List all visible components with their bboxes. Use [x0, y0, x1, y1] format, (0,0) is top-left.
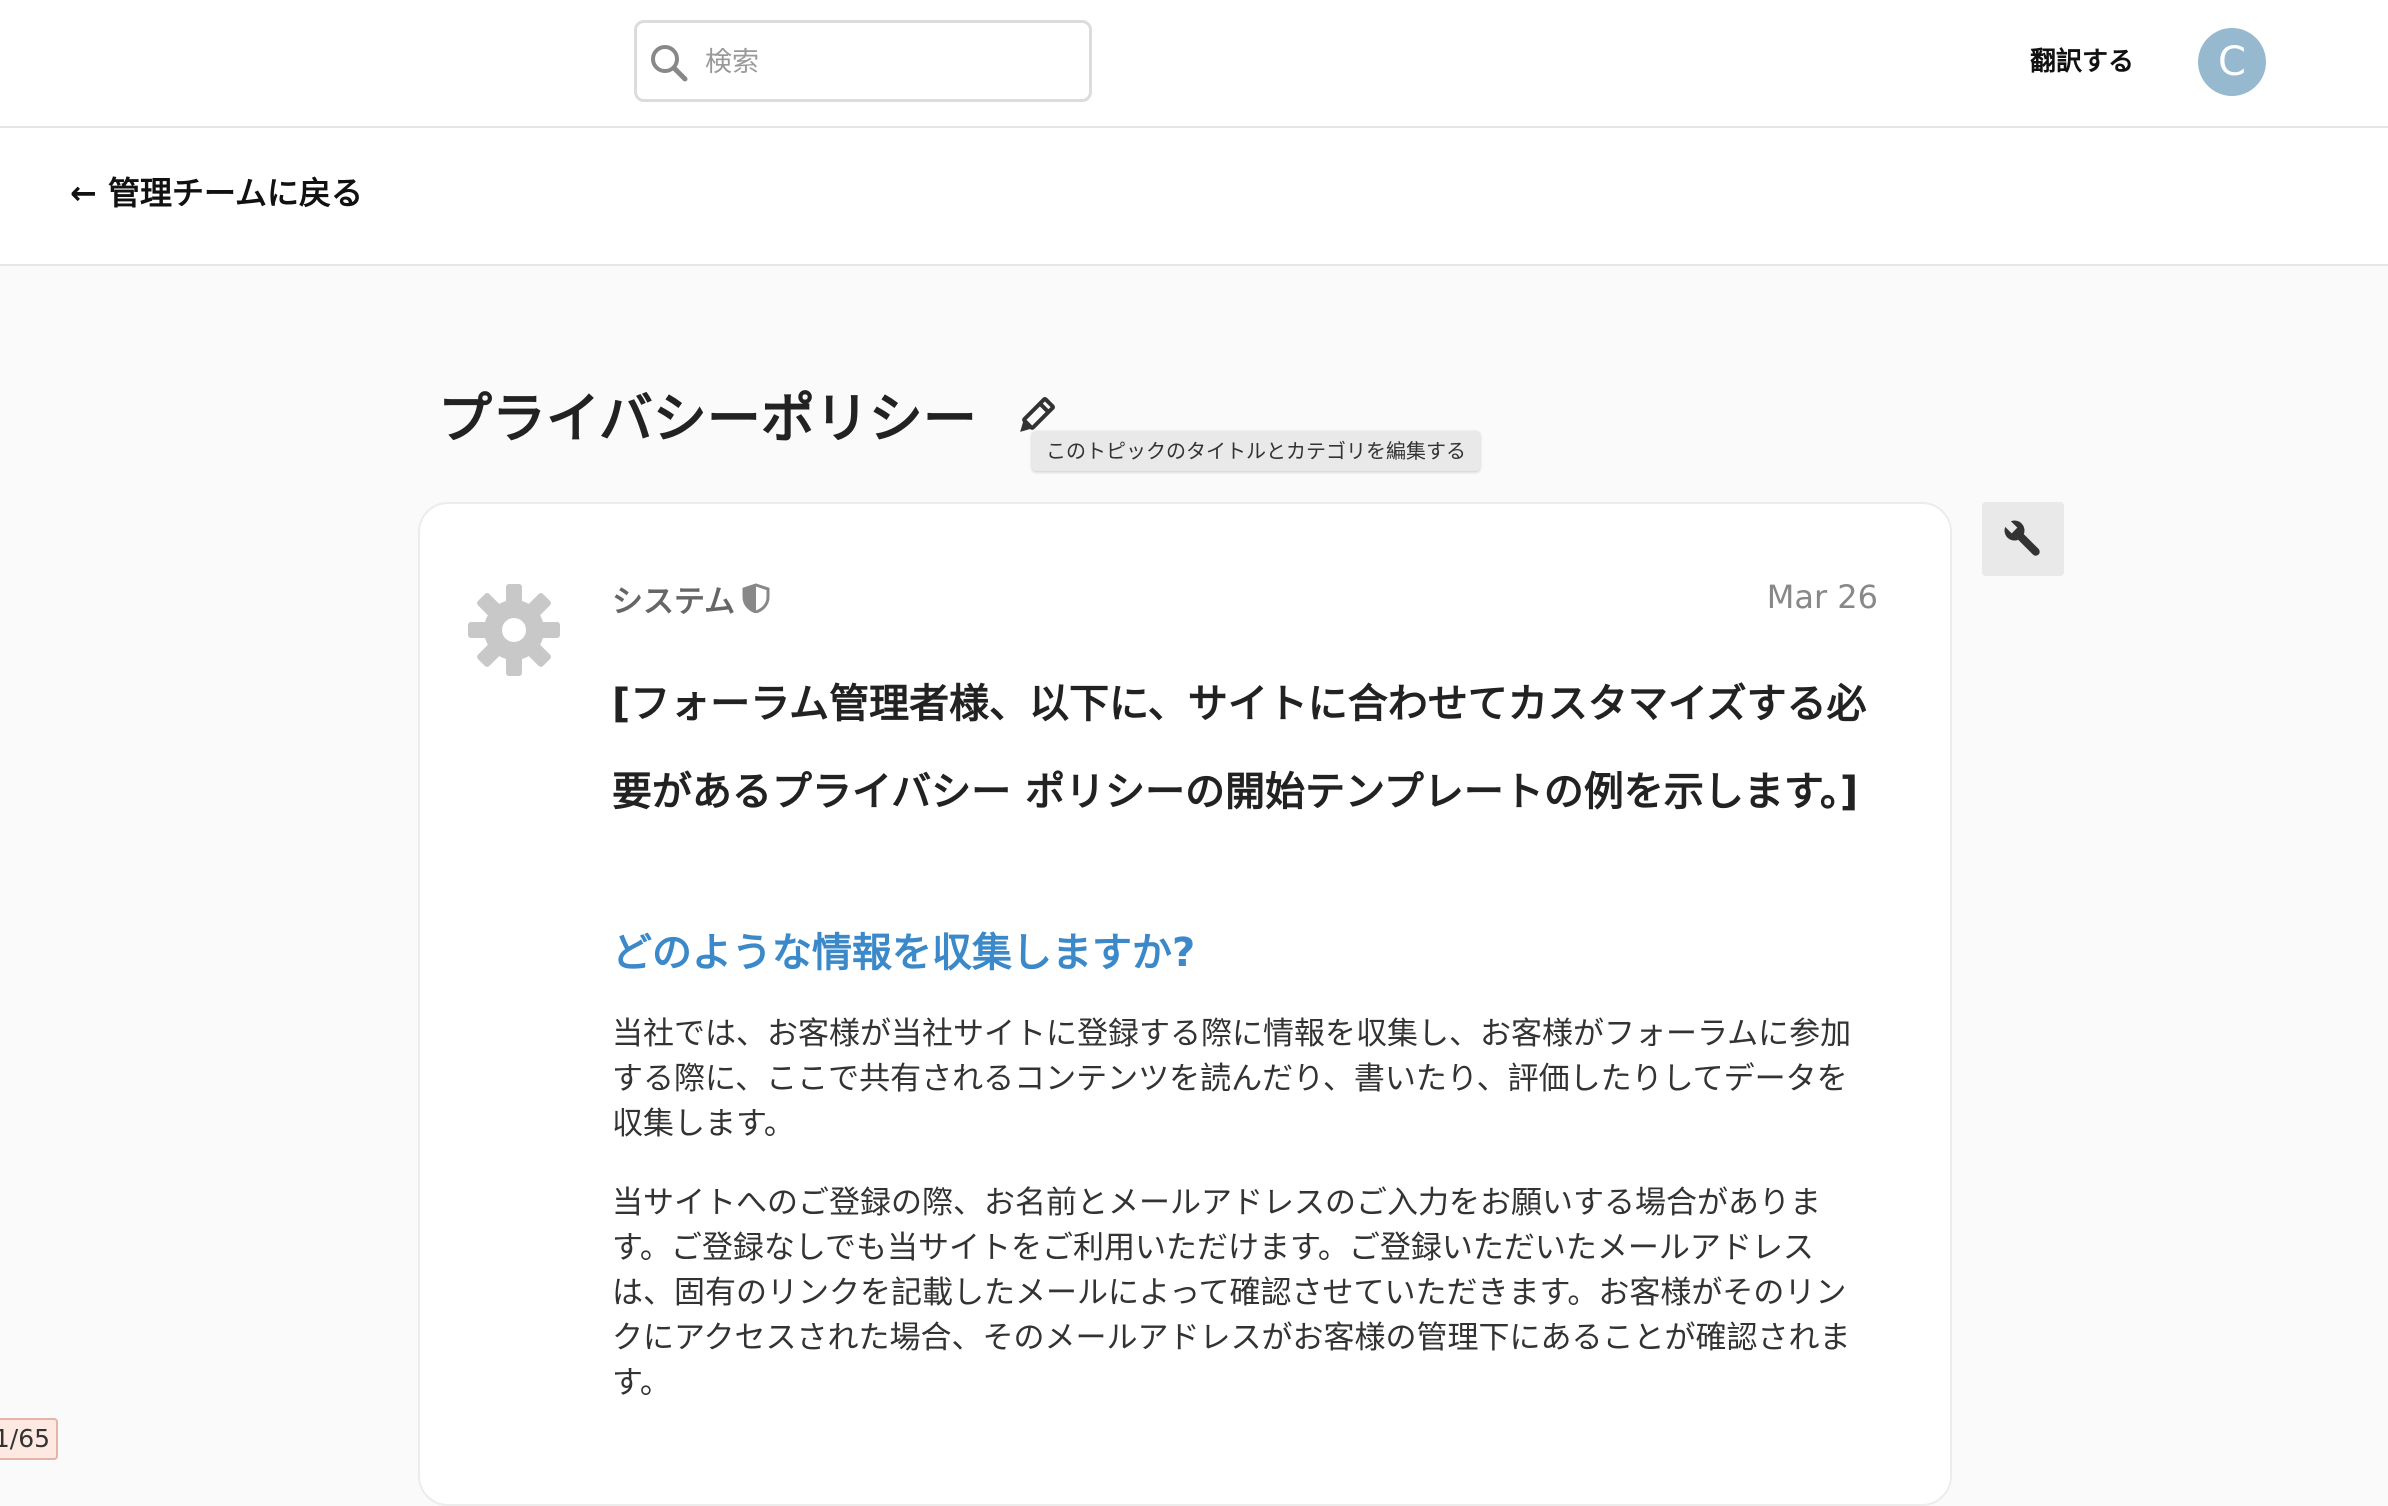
search-icon [651, 45, 688, 82]
topic-title: プライバシーポリシー [438, 387, 977, 450]
post-body: [フォーラム管理者様、以下に、サイトに合わせてカスタマイズする必要があるプライバ… [612, 660, 1872, 1406]
top-header: 翻訳する C [0, 0, 2388, 128]
gear-icon[interactable] [466, 582, 562, 678]
post-paragraph: 当サイトへのご登録の際、お名前とメールアドレスのご入力をお願いする場合があります… [612, 1185, 1851, 1401]
wrench-icon [2003, 519, 2040, 556]
post-paragraph: 当社では、お客様が当社サイトに登録する際に情報を収集し、お客様がフォーラムに参加… [612, 1016, 1852, 1142]
translate-button[interactable]: 翻訳する [2030, 40, 2134, 84]
sub-header: ← 管理チームに戻る [0, 128, 2388, 266]
post-intro: [フォーラム管理者様、以下に、サイトに合わせてカスタマイズする必要があるプライバ… [612, 681, 1867, 815]
admin-actions-button[interactable] [1982, 502, 2064, 576]
section-heading: どのような情報を収集しますか? [612, 930, 1196, 976]
post-progress-indicator[interactable]: 1/65 [0, 1418, 58, 1460]
post-date[interactable]: Mar 26 [1700, 578, 1878, 616]
back-to-staff-link[interactable]: ← 管理チームに戻る [70, 168, 363, 214]
shield-icon [742, 583, 770, 613]
post-author[interactable]: システム [612, 576, 735, 621]
search-box[interactable] [634, 20, 1092, 102]
search-input[interactable] [703, 23, 1077, 101]
edit-topic-tooltip: このトピックのタイトルとカテゴリを編集する [1032, 431, 1480, 471]
user-avatar[interactable]: C [2198, 28, 2266, 96]
